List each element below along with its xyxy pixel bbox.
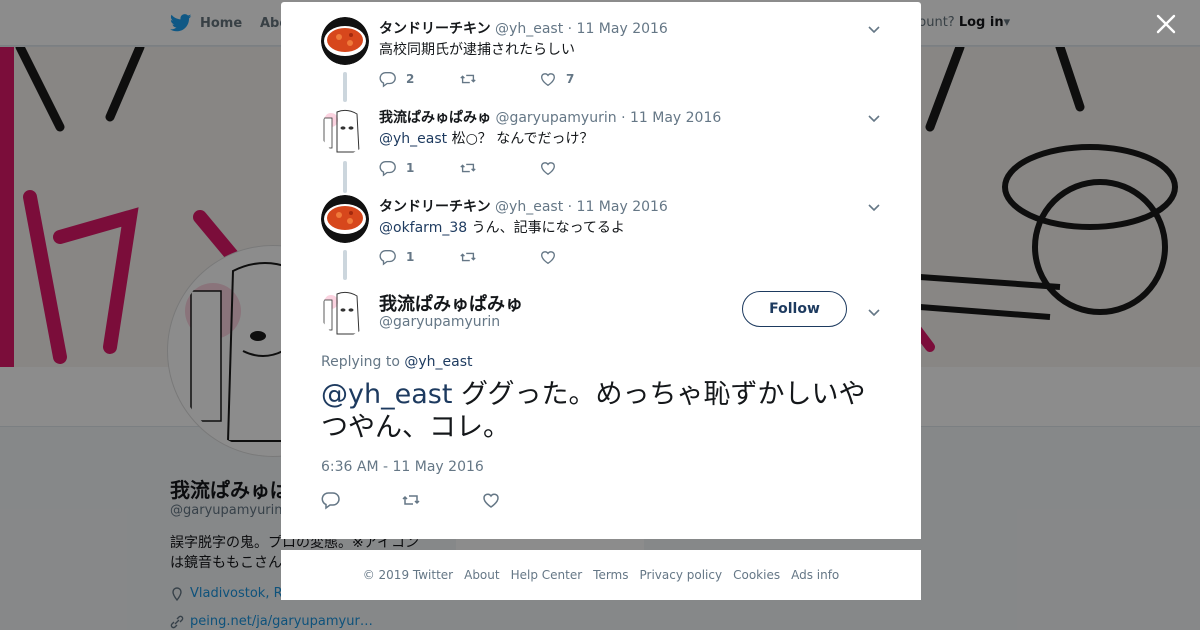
tweet-date[interactable]: · 11 May 2016	[621, 110, 721, 126]
chevron-down-icon[interactable]	[867, 111, 881, 125]
footer-link-help-center[interactable]: Help Center	[511, 568, 583, 582]
heart-icon	[541, 73, 555, 87]
chicken-avatar	[321, 17, 369, 65]
heart-icon	[541, 251, 555, 265]
tweet-header: タンドリーチキン @yh_east · 11 May 2016	[379, 18, 668, 38]
anime-girl-avatar	[321, 106, 369, 154]
reply-button[interactable]: 1	[379, 247, 459, 267]
tweet-author-name[interactable]: タンドリーチキン	[379, 21, 491, 37]
main-tweet-author-handle[interactable]: @garyupamyurin	[379, 314, 500, 330]
heart-icon	[541, 162, 555, 176]
footer-link-privacy[interactable]: Privacy policy	[640, 568, 723, 582]
thread-tweet[interactable]: 我流ぱみゅぱみゅ @garyupamyurin · 11 May 2016 @y…	[321, 106, 881, 186]
footer-link-about[interactable]: About	[464, 568, 499, 582]
main-tweet-actions	[321, 490, 561, 510]
mention-link[interactable]: @yh_east	[379, 131, 447, 147]
tweet-text: @okfarm_38 うん、記事になってるよ	[379, 217, 625, 237]
retweet-icon	[402, 495, 420, 505]
like-button[interactable]	[481, 490, 561, 510]
retweet-button[interactable]	[459, 158, 539, 178]
footer-link-ads-info[interactable]: Ads info	[791, 568, 839, 582]
like-button[interactable]: 7	[539, 69, 619, 89]
follow-button[interactable]: Follow	[742, 291, 847, 327]
tweet-actions: 1	[379, 158, 619, 178]
reply-button[interactable]	[321, 490, 401, 510]
mention-link[interactable]: @okfarm_38	[379, 220, 467, 236]
reply-count: 1	[406, 161, 415, 175]
replying-prefix: Replying to	[321, 354, 400, 370]
footer-link-cookies[interactable]: Cookies	[733, 568, 780, 582]
avatar[interactable]	[321, 195, 369, 243]
chicken-avatar	[321, 195, 369, 243]
main-tweet-author-name[interactable]: 我流ぱみゅぱみゅ	[379, 290, 523, 316]
reply-icon	[379, 161, 396, 177]
chevron-down-icon[interactable]	[867, 200, 881, 214]
heart-icon	[483, 493, 499, 508]
footer-link-terms[interactable]: Terms	[593, 568, 628, 582]
retweet-button[interactable]	[459, 247, 539, 267]
modal-footer: © 2019 Twitter About Help Center Terms P…	[281, 550, 921, 600]
retweet-icon	[460, 74, 476, 84]
like-count: 7	[566, 72, 575, 86]
reply-icon	[379, 250, 396, 266]
replying-to: Replying to @yh_east	[321, 354, 473, 370]
like-button[interactable]	[539, 247, 619, 267]
avatar[interactable]	[321, 288, 369, 336]
close-icon[interactable]	[1152, 10, 1180, 38]
like-button[interactable]	[539, 158, 619, 178]
retweet-button[interactable]	[401, 490, 481, 510]
tweet-date[interactable]: · 11 May 2016	[568, 199, 668, 215]
reply-count: 1	[406, 250, 415, 264]
tweet-author-name[interactable]: 我流ぱみゅぱみゅ	[379, 110, 491, 126]
anime-girl-avatar	[321, 288, 369, 336]
tweet-text-body: うん、記事になってるよ	[467, 220, 625, 236]
main-tweet-text: @yh_east ググった。めっちゃ恥ずかしいやつやん、コレ。	[321, 378, 891, 444]
retweet-icon	[460, 252, 476, 262]
tweet-actions: 2 7	[379, 69, 619, 89]
reply-button[interactable]: 2	[379, 69, 459, 89]
avatar[interactable]	[321, 17, 369, 65]
tweet-author-name[interactable]: タンドリーチキン	[379, 199, 491, 215]
mention-link[interactable]: @yh_east	[321, 379, 452, 410]
tweet-text-body: 高校同期氏が逮捕されたらしい	[379, 42, 575, 58]
footer-copyright: © 2019 Twitter	[362, 568, 454, 582]
tweet-author-handle[interactable]: @garyupamyurin	[495, 110, 616, 126]
thread-tweet[interactable]: タンドリーチキン @yh_east · 11 May 2016 @okfarm_…	[321, 195, 881, 275]
avatar[interactable]	[321, 106, 369, 154]
tweet-text-body: 松○？ なんでだっけ？	[447, 131, 594, 147]
tweet-header: タンドリーチキン @yh_east · 11 May 2016	[379, 196, 668, 216]
tweet-actions: 1	[379, 247, 619, 267]
tweet-header: 我流ぱみゅぱみゅ @garyupamyurin · 11 May 2016	[379, 107, 721, 127]
tweet-text: @yh_east 松○？ なんでだっけ？	[379, 128, 594, 148]
main-tweet-timestamp[interactable]: 6:36 AM - 11 May 2016	[321, 459, 484, 475]
tweet-modal: タンドリーチキン @yh_east · 11 May 2016 高校同期氏が逮捕…	[281, 2, 921, 539]
reply-button[interactable]: 1	[379, 158, 459, 178]
tweet-date[interactable]: · 11 May 2016	[568, 21, 668, 37]
tweet-author-handle[interactable]: @yh_east	[495, 21, 563, 37]
reply-icon	[379, 72, 396, 88]
reply-count: 2	[406, 72, 415, 86]
reply-icon	[321, 492, 340, 510]
retweet-icon	[460, 163, 476, 173]
tweet-text: 高校同期氏が逮捕されたらしい	[379, 39, 575, 59]
tweet-author-handle[interactable]: @yh_east	[495, 199, 563, 215]
chevron-down-icon[interactable]	[867, 305, 881, 319]
retweet-button[interactable]	[459, 69, 539, 89]
thread-tweet[interactable]: タンドリーチキン @yh_east · 11 May 2016 高校同期氏が逮捕…	[321, 17, 881, 97]
replying-to-link[interactable]: @yh_east	[404, 354, 472, 370]
chevron-down-icon[interactable]	[867, 22, 881, 36]
